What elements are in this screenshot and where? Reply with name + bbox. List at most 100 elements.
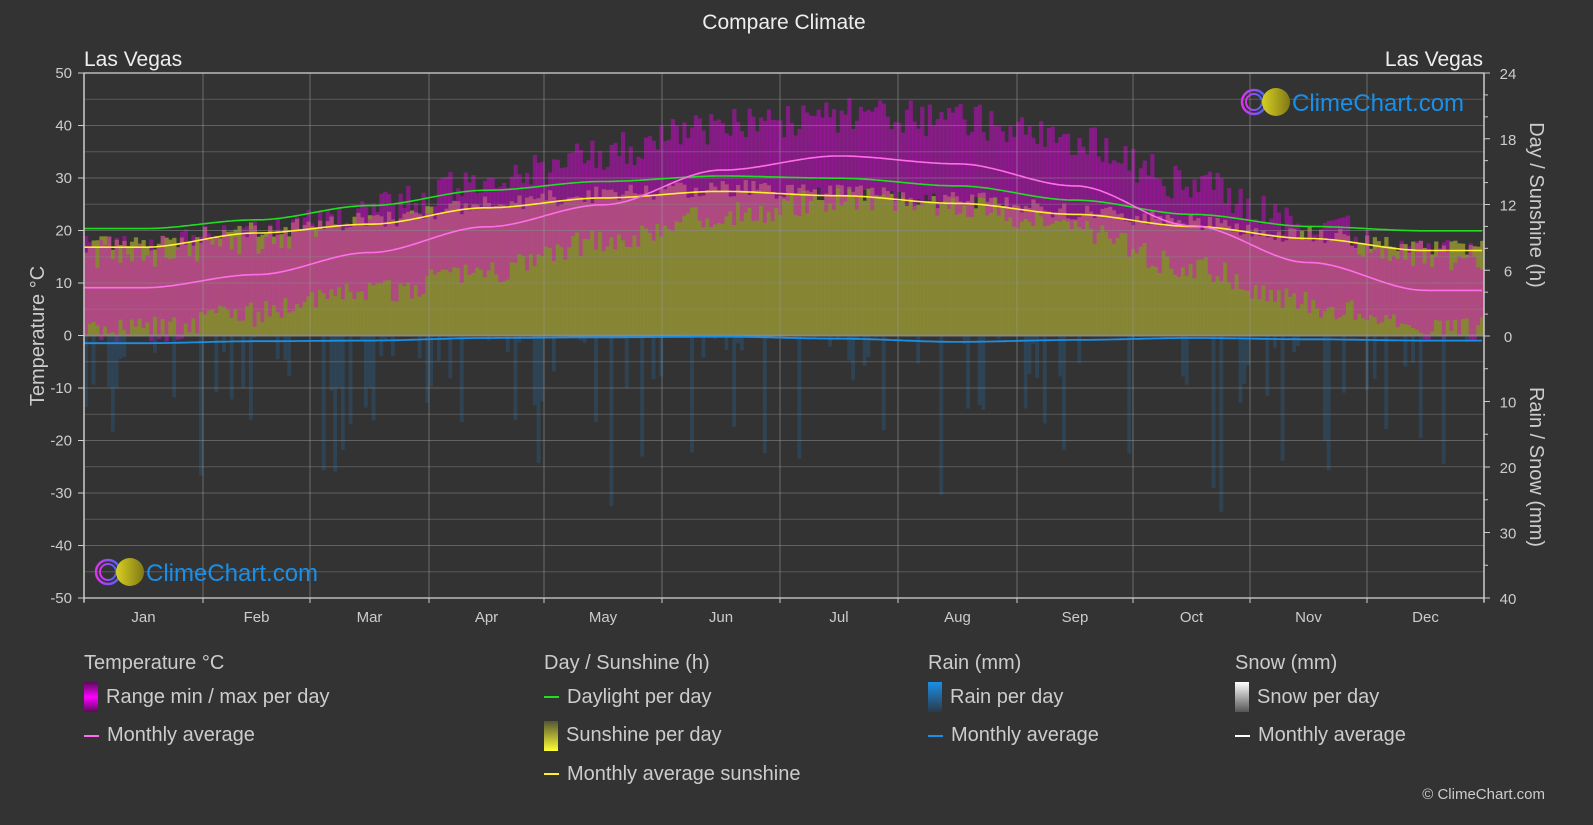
y-axis-right-bottom-label: Rain / Snow (mm)	[1525, 387, 1547, 547]
chart-title: Compare Climate	[702, 11, 865, 34]
legend-temperature: Temperature °C Range min / max per day M…	[84, 652, 329, 755]
y-tick-label-left: 40	[55, 118, 72, 135]
temp-range-day-bar	[337, 207, 342, 288]
temp-range-day-bar	[191, 235, 196, 319]
temp-range-day-bar	[91, 246, 96, 322]
temp-range-day-bar	[114, 237, 119, 342]
line-swatch-icon	[84, 734, 99, 737]
sunshine-day-bar	[1062, 203, 1067, 336]
sunshine-day-bar	[808, 192, 814, 336]
temp-range-day-bar	[482, 180, 488, 278]
temp-range-day-bar	[693, 115, 699, 207]
temp-range-day-bar	[636, 156, 641, 247]
temp-range-day-bar	[317, 211, 323, 291]
x-tick-label: Jan	[131, 609, 155, 626]
temp-range-day-bar	[594, 167, 599, 250]
temp-range-day-bar	[732, 108, 737, 226]
temp-range-day-bar	[1111, 160, 1117, 244]
sunshine-day-bar	[973, 208, 979, 336]
temp-range-day-bar	[218, 246, 223, 306]
temp-range-day-bar	[1368, 252, 1374, 316]
line-swatch-icon	[544, 773, 559, 776]
temp-range-day-bar	[1395, 258, 1401, 328]
rain-day-bar	[1127, 336, 1132, 454]
temp-range-day-bar	[1108, 163, 1113, 239]
temp-range-day-bar	[563, 167, 568, 260]
temp-range-day-bar	[283, 232, 288, 299]
rain-day-bar	[851, 336, 855, 381]
rain-day-bar	[1372, 336, 1377, 379]
sunshine-day-bar	[693, 187, 699, 336]
temp-range-day-bar	[1296, 223, 1301, 309]
y-tick-label-right-sun: 18	[1500, 132, 1517, 149]
temp-range-day-bar	[908, 100, 913, 200]
temp-range-day-bar	[1299, 238, 1305, 305]
y-tick-label-left: 0	[64, 328, 72, 345]
temp-range-day-bar	[701, 130, 706, 228]
temp-range-day-bar	[1096, 156, 1101, 233]
legend-item: Rain per day	[928, 678, 1099, 717]
temp-range-day-bar	[536, 162, 541, 255]
sunshine-swatch-icon	[544, 720, 558, 751]
legend-sunshine: Day / Sunshine (h) Daylight per day Suns…	[544, 652, 800, 794]
temp-range-day-bar	[674, 126, 679, 222]
temp-range-day-bar	[494, 188, 499, 275]
rain-day-bar	[1296, 336, 1300, 346]
temp-range-day-bar	[137, 244, 142, 319]
temp-range-day-bar	[1192, 179, 1197, 279]
rain-day-bar	[153, 336, 157, 353]
temp-range-day-bar	[559, 168, 564, 248]
rain-day-bar	[513, 336, 518, 421]
temp-range-day-bar	[1250, 219, 1255, 299]
rain-day-bar	[364, 336, 368, 408]
temp-range-day-bar	[551, 159, 557, 262]
y-tick-label-left: 50	[55, 65, 72, 82]
sunshine-day-bar	[881, 187, 887, 336]
legend-snow: Snow (mm) Snow per day Monthly average	[1235, 652, 1406, 755]
sunshine-day-bar	[747, 195, 752, 336]
temp-range-day-bar	[1134, 182, 1140, 254]
temp-range-day-bar	[931, 125, 936, 194]
temp-range-day-bar	[885, 116, 890, 198]
sunshine-day-bar	[981, 192, 986, 336]
sunshine-day-bar	[785, 185, 791, 336]
sunshine-day-bar	[943, 194, 948, 336]
temp-range-day-bar	[770, 119, 775, 222]
temp-range-day-bar	[1426, 243, 1431, 340]
rain-day-bar	[448, 336, 453, 379]
temp-range-day-bar	[133, 246, 139, 327]
rain-day-bar	[1042, 336, 1047, 424]
temp-range-day-bar	[843, 114, 848, 202]
temp-range-day-bar	[1468, 242, 1473, 341]
temp-range-day-bar	[1342, 217, 1347, 315]
temp-range-day-bar	[835, 132, 841, 189]
sunshine-day-bar	[874, 194, 879, 336]
sunshine-day-bar	[1023, 206, 1028, 336]
temp-range-day-bar	[797, 128, 802, 217]
rain-day-bar	[1027, 336, 1032, 374]
sunshine-day-bar	[1081, 214, 1086, 336]
sunshine-day-bar	[1073, 219, 1078, 336]
sunshine-day-bar	[985, 201, 990, 336]
temp-range-day-bar	[149, 239, 154, 342]
temp-range-day-bar	[678, 144, 683, 223]
temp-range-day-bar	[828, 117, 833, 204]
temp-range-day-bar	[690, 127, 695, 208]
rain-day-bar	[1184, 336, 1189, 385]
temp-range-day-bar	[912, 121, 917, 211]
temp-range-day-bar	[172, 258, 177, 318]
temp-range-day-bar	[989, 111, 994, 213]
temp-range-day-bar	[766, 109, 771, 212]
temp-range-day-bar	[1200, 176, 1205, 260]
temp-range-day-bar	[107, 236, 112, 334]
temp-range-day-bar	[264, 236, 269, 302]
legend-title: Snow (mm)	[1235, 652, 1338, 674]
temp-range-day-bar	[1414, 240, 1420, 330]
temp-range-day-bar	[736, 122, 741, 203]
rain-day-bar	[122, 336, 127, 358]
temp-range-day-bar	[870, 111, 875, 211]
rain-day-bar	[383, 336, 388, 340]
rain-day-bar	[118, 336, 123, 360]
temp-range-day-bar	[1050, 126, 1055, 224]
temp-range-day-bar	[176, 248, 181, 340]
